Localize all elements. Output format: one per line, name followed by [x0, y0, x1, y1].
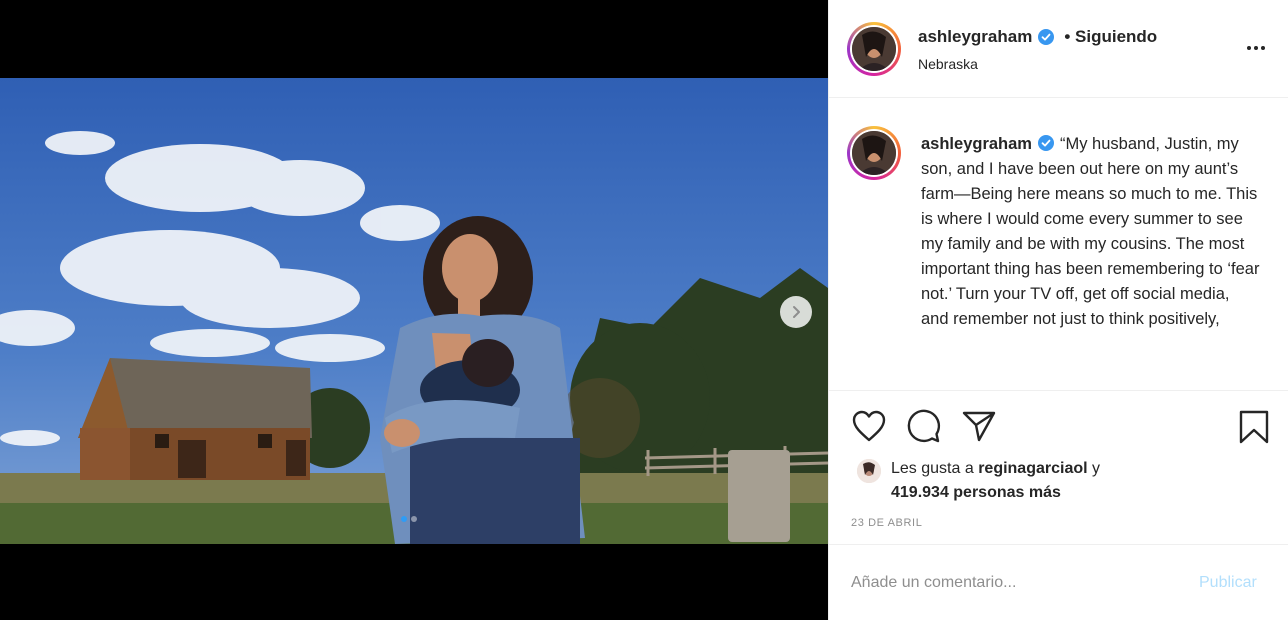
more-options-button[interactable]: [1247, 46, 1265, 50]
publish-button[interactable]: Publicar: [1199, 574, 1257, 592]
share-button[interactable]: [961, 409, 997, 448]
heart-icon: [852, 410, 886, 442]
paper-plane-icon: [962, 411, 996, 442]
save-button[interactable]: [1237, 409, 1271, 450]
likes-prefix: Les gusta a: [891, 460, 974, 477]
like-button[interactable]: [851, 409, 887, 448]
post-media-panel: [0, 0, 828, 620]
comment-input[interactable]: [851, 569, 1181, 597]
liker-avatar[interactable]: [857, 459, 881, 483]
carousel-next-button[interactable]: [780, 296, 812, 328]
post-actions-section: Les gusta a reginagarciaol y 419.934 per…: [829, 390, 1288, 545]
comment-form: Publicar: [829, 545, 1288, 620]
following-status-button[interactable]: • Siguiendo: [1064, 27, 1157, 47]
caption-username-link[interactable]: ashleygraham: [921, 135, 1032, 153]
post-date[interactable]: 23 DE ABRIL: [851, 517, 922, 529]
chevron-right-icon: [793, 306, 800, 318]
header-name-row: ashleygraham • Siguiendo: [918, 27, 1157, 47]
carousel-indicator: [401, 516, 417, 522]
comment-icon: [907, 409, 941, 443]
location-link[interactable]: Nebraska: [918, 56, 978, 72]
post-photo[interactable]: [0, 78, 828, 544]
more-horizontal-icon: [1247, 46, 1251, 50]
username-link[interactable]: ashleygraham: [918, 27, 1032, 47]
profile-picture: [852, 27, 896, 71]
likes-count-link[interactable]: 419.934 personas más: [891, 484, 1061, 501]
caption-text: “My husband, Justin, my son, and I have …: [921, 135, 1260, 328]
carousel-dot-active: [401, 516, 407, 522]
comment-button[interactable]: [906, 409, 942, 448]
caption-section: ashleygraham “My husband, Justin, my son…: [829, 98, 1288, 390]
verified-badge-icon: [1037, 135, 1054, 151]
carousel-dot: [411, 516, 417, 522]
liker-username-link[interactable]: reginagarciaol: [978, 460, 1087, 477]
caption-avatar[interactable]: [847, 126, 901, 180]
post-header: ashleygraham • Siguiendo Nebraska: [829, 0, 1288, 98]
profile-picture: [852, 131, 896, 175]
verified-badge-icon: [1038, 29, 1055, 45]
likes-text: Les gusta a reginagarciaol y 419.934 per…: [891, 457, 1100, 505]
likes-joiner: y: [1092, 460, 1101, 477]
likes-summary: Les gusta a reginagarciaol y 419.934 per…: [857, 457, 1100, 505]
avatar[interactable]: [847, 22, 901, 76]
bookmark-icon: [1239, 410, 1269, 444]
caption-text-block: ashleygraham “My husband, Justin, my son…: [921, 132, 1261, 332]
post-side-panel: ashleygraham • Siguiendo Nebraska ashley…: [828, 0, 1288, 620]
farm-photo-illustration: [0, 78, 828, 544]
